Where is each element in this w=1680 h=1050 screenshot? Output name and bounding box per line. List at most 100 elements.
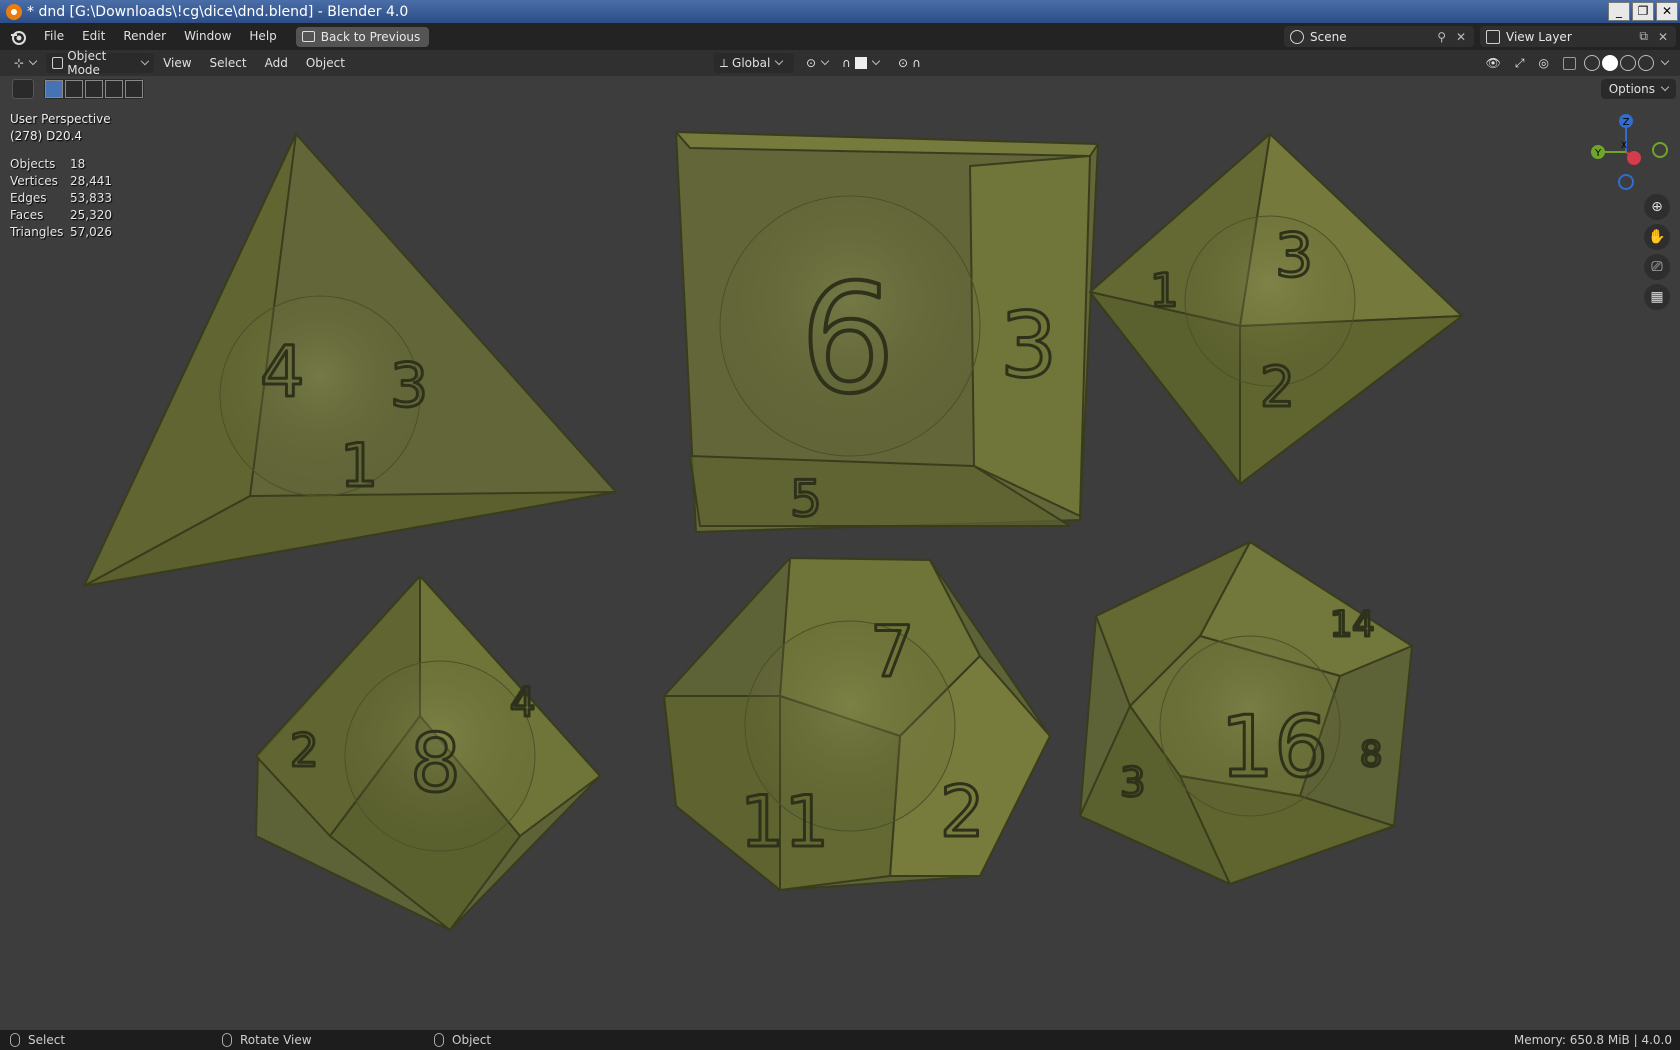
- magnet-icon: ∩: [842, 56, 851, 70]
- chevron-down-icon: [871, 56, 881, 66]
- x-axis-label: X: [1621, 141, 1627, 151]
- close-layer-icon[interactable]: ✕: [1658, 30, 1668, 44]
- active-object-label: (278) D20.4: [10, 129, 83, 143]
- svg-text:8: 8: [410, 717, 461, 810]
- gizmo-toggle[interactable]: ⤢: [1509, 53, 1531, 73]
- chevron-down-icon: [141, 56, 150, 66]
- top-menu-bar: File Edit Render Window Help Back to Pre…: [0, 23, 1680, 50]
- transform-orientation-dropdown[interactable]: ⟂ Global: [714, 53, 794, 73]
- blender-app-icon: [6, 3, 22, 20]
- menu-render[interactable]: Render: [114, 23, 175, 50]
- menu-window[interactable]: Window: [175, 23, 240, 50]
- menu-view[interactable]: View: [154, 50, 200, 77]
- editor-type-button[interactable]: ⊹: [8, 53, 42, 73]
- d12-die[interactable]: 7 11 2: [663, 557, 1051, 891]
- view-layer-name: View Layer: [1506, 29, 1572, 44]
- shading-options-chevron-icon[interactable]: [1660, 56, 1670, 66]
- chevron-down-icon: [820, 56, 830, 66]
- object-mode-dropdown[interactable]: Object Mode: [46, 49, 155, 77]
- select-intersect-icon[interactable]: [125, 80, 143, 98]
- pivot-point-button[interactable]: ⊙: [800, 53, 834, 73]
- minimize-button[interactable]: _: [1608, 2, 1630, 21]
- visibility-button[interactable]: 👁: [1480, 53, 1507, 73]
- camera-icon[interactable]: ⎚: [1644, 254, 1670, 280]
- svg-text:3: 3: [1000, 293, 1057, 398]
- snap-toggle[interactable]: ∩: [836, 53, 885, 73]
- svg-text:11: 11: [740, 781, 829, 863]
- menu-select[interactable]: Select: [201, 50, 256, 77]
- material-shading-icon[interactable]: [1620, 55, 1636, 71]
- zoom-icon[interactable]: ⊕: [1644, 194, 1670, 220]
- d6-die[interactable]: 6 3 5: [675, 131, 1099, 533]
- view-layer-selector[interactable]: View Layer ⧉ ✕: [1480, 26, 1676, 47]
- wireframe-shading-icon[interactable]: [1584, 55, 1600, 71]
- d10-die[interactable]: 8 2 4: [255, 575, 601, 931]
- status-object: Object: [452, 1033, 492, 1047]
- back-to-previous-button[interactable]: Back to Previous: [295, 26, 430, 47]
- svg-text:2: 2: [1260, 355, 1295, 419]
- stat-label: Faces: [10, 208, 44, 222]
- navigation-gizmo[interactable]: Z Y X: [1588, 112, 1678, 192]
- menu-add[interactable]: Add: [256, 50, 297, 77]
- menu-edit[interactable]: Edit: [73, 23, 114, 50]
- menu-help[interactable]: Help: [240, 23, 285, 50]
- 3d-viewport[interactable]: 4 3 1 6 3 5 3 2 1 8 2 4 7 11 2 16 14 3 8: [0, 76, 1680, 1030]
- select-new-icon[interactable]: [45, 80, 63, 98]
- svg-text:14: 14: [1330, 605, 1375, 645]
- chevron-down-icon: [28, 56, 38, 66]
- left-mouse-icon: [10, 1033, 20, 1047]
- snap-target-icon: [854, 57, 867, 69]
- svg-text:8: 8: [1360, 735, 1382, 775]
- stat-value: 57,026: [70, 225, 112, 239]
- eye-icon: 👁: [1485, 56, 1501, 70]
- overlay-toggle[interactable]: ◎: [1533, 53, 1555, 73]
- select-invert-icon[interactable]: [105, 80, 123, 98]
- pin-icon[interactable]: ⚲: [1437, 30, 1446, 44]
- pan-hand-icon[interactable]: ✋: [1644, 224, 1670, 250]
- menu-file[interactable]: File: [35, 23, 73, 50]
- menu-object[interactable]: Object: [297, 50, 354, 77]
- stat-value: 53,833: [70, 191, 112, 205]
- perspective-label: User Perspective: [10, 112, 111, 126]
- close-scene-icon[interactable]: ✕: [1456, 30, 1466, 44]
- d8-die[interactable]: 3 2 1: [1089, 133, 1463, 485]
- options-dropdown[interactable]: Options: [1600, 79, 1676, 99]
- stat-label: Objects: [10, 157, 56, 171]
- chevron-down-icon: [1660, 82, 1670, 92]
- svg-text:7: 7: [870, 611, 915, 693]
- svg-text:16: 16: [1220, 698, 1328, 797]
- neg-y-axis-icon[interactable]: [1652, 142, 1668, 158]
- overlay-icon: ◎: [1538, 56, 1549, 70]
- window-titlebar: * dnd [G:\Downloads\!cg\dice\dnd.blend] …: [0, 0, 1680, 23]
- close-button[interactable]: ✕: [1656, 2, 1678, 21]
- stat-row: Edges 53,833: [10, 190, 112, 207]
- neg-z-axis-icon[interactable]: [1618, 174, 1634, 190]
- scene-selector[interactable]: Scene ⚲ ✕: [1284, 26, 1474, 47]
- d20-die[interactable]: 16 14 3 8: [1079, 541, 1413, 885]
- maximize-button[interactable]: ❐: [1632, 2, 1654, 21]
- tool-row: Options: [0, 76, 1680, 102]
- d4-die[interactable]: 4 3 1: [83, 133, 617, 587]
- select-subtract-icon[interactable]: [85, 80, 103, 98]
- rendered-shading-icon[interactable]: [1638, 55, 1654, 71]
- x-axis-icon[interactable]: [1627, 151, 1641, 165]
- select-tool-icon[interactable]: [12, 79, 34, 99]
- xray-toggle[interactable]: [1557, 53, 1582, 73]
- svg-text:1: 1: [1150, 264, 1179, 317]
- chevron-down-icon: [775, 56, 784, 66]
- select-extend-icon[interactable]: [65, 80, 83, 98]
- stat-label: Triangles: [10, 225, 64, 239]
- pivot-icon: ⊙: [806, 56, 817, 70]
- duplicate-layer-icon[interactable]: ⧉: [1639, 29, 1648, 44]
- solid-shading-icon[interactable]: [1602, 55, 1618, 71]
- status-bar: Select Rotate View Object Memory: 650.8 …: [0, 1030, 1680, 1050]
- window-title: * dnd [G:\Downloads\!cg\dice\dnd.blend] …: [27, 3, 409, 20]
- blender-logo-icon[interactable]: [9, 28, 27, 46]
- memory-info: Memory: 650.8 MiB | 4.0.0: [1513, 1033, 1672, 1047]
- dice-scene: 4 3 1 6 3 5 3 2 1 8 2 4 7 11 2 16 14 3 8: [83, 131, 1463, 931]
- status-rotate: Rotate View: [240, 1033, 312, 1047]
- middle-mouse-icon: [222, 1033, 232, 1047]
- stat-label: Vertices: [10, 174, 58, 188]
- proportional-editing-toggle[interactable]: ⊙ ∩: [892, 53, 927, 73]
- grid-ortho-icon[interactable]: ▦: [1644, 284, 1670, 310]
